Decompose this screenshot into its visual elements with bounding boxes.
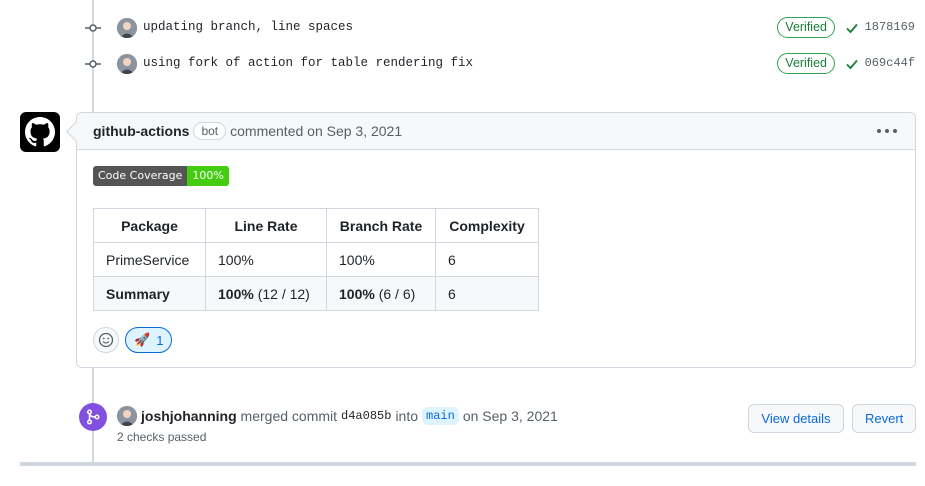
table-row: PrimeService 100% 100% 6 xyxy=(93,242,539,277)
avatar[interactable] xyxy=(117,406,137,426)
comment-author[interactable]: github-actions xyxy=(93,123,189,139)
table-cell: PrimeService xyxy=(93,242,206,277)
table-cell: 100% xyxy=(326,242,436,277)
table-header: Branch Rate xyxy=(326,208,436,243)
table-header: Package xyxy=(93,208,206,243)
avatar[interactable] xyxy=(117,18,137,38)
smiley-icon xyxy=(98,332,114,348)
table-cell: Summary xyxy=(93,276,206,311)
merge-icon xyxy=(79,403,107,431)
checks-status[interactable]: 2 checks passed xyxy=(117,430,206,444)
rocket-icon: 🚀 xyxy=(134,332,151,347)
more-options-icon[interactable] xyxy=(877,124,897,138)
table-cell: 6 xyxy=(435,276,539,311)
reactions-bar: 🚀 1 xyxy=(93,327,173,353)
table-cell: 100% (12 / 12) xyxy=(205,276,327,311)
commit-sha[interactable]: 1878169 xyxy=(865,20,915,34)
into-text: into xyxy=(395,408,419,424)
commit-sha[interactable]: 069c44f xyxy=(865,56,915,70)
merge-date[interactable]: on Sep 3, 2021 xyxy=(463,408,558,424)
verified-badge[interactable]: Verified xyxy=(777,17,835,38)
commit-row: using fork of action for table rendering… xyxy=(80,52,915,76)
comment-box: github-actions bot commented on Sep 3, 2… xyxy=(76,112,916,368)
coverage-badge: Code Coverage 100% xyxy=(93,166,229,186)
github-actions-avatar[interactable] xyxy=(20,112,60,152)
comment-timestamp[interactable]: commented on Sep 3, 2021 xyxy=(230,123,402,139)
add-reaction-button[interactable] xyxy=(93,327,119,353)
summary-line-rate: 100% xyxy=(218,285,254,302)
comment-header: github-actions bot commented on Sep 3, 2… xyxy=(77,113,915,150)
table-cell: 100% (6 / 6) xyxy=(326,276,436,311)
summary-line-detail: (12 / 12) xyxy=(257,285,310,302)
table-header: Line Rate xyxy=(205,208,327,243)
merge-commit-sha[interactable]: d4a085b xyxy=(341,409,391,423)
branch-name[interactable]: main xyxy=(422,407,459,425)
github-logo-icon xyxy=(25,117,55,147)
rocket-reaction-button[interactable]: 🚀 1 xyxy=(125,327,173,353)
table-cell: 100% xyxy=(205,242,327,277)
merged-text: merged commit xyxy=(240,408,338,424)
verified-badge[interactable]: Verified xyxy=(777,53,835,74)
reaction-count: 1 xyxy=(156,332,164,348)
commit-icon xyxy=(85,24,101,32)
badge-label: Code Coverage xyxy=(93,166,188,186)
check-icon[interactable] xyxy=(845,21,859,35)
commit-icon xyxy=(85,60,101,68)
table-header-row: Package Line Rate Branch Rate Complexity xyxy=(93,208,539,243)
commit-row: updating branch, line spaces Verified 18… xyxy=(80,16,915,40)
merge-summary: joshjohanning merged commit d4a085b into… xyxy=(117,406,558,426)
table-header: Complexity xyxy=(435,208,539,243)
commit-message[interactable]: updating branch, line spaces xyxy=(143,20,353,34)
revert-button[interactable]: Revert xyxy=(852,404,916,433)
table-summary-row: Summary 100% (12 / 12) 100% (6 / 6) 6 xyxy=(93,276,539,311)
summary-branch-rate: 100% xyxy=(339,285,375,302)
commit-message[interactable]: using fork of action for table rendering… xyxy=(143,56,473,70)
summary-label: Summary xyxy=(106,285,170,302)
avatar[interactable] xyxy=(117,54,137,74)
merge-author[interactable]: joshjohanning xyxy=(141,408,237,424)
timeline-end-divider xyxy=(20,462,916,466)
view-details-button[interactable]: View details xyxy=(748,404,844,433)
check-icon[interactable] xyxy=(845,57,859,71)
bot-label: bot xyxy=(193,122,227,140)
coverage-table: Package Line Rate Branch Rate Complexity… xyxy=(93,208,539,311)
badge-value: 100% xyxy=(187,166,229,186)
table-cell: 6 xyxy=(435,242,539,277)
summary-branch-detail: (6 / 6) xyxy=(378,285,416,302)
